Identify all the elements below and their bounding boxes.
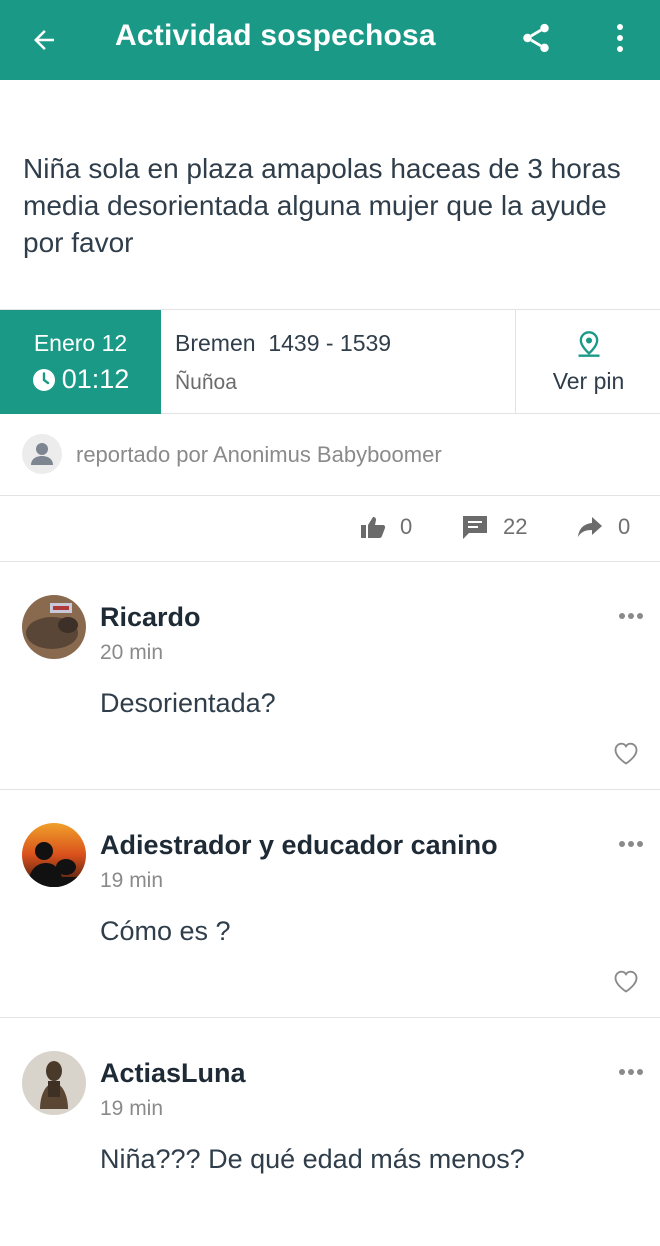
date-time-box: Enero 12 01:12 <box>0 310 161 414</box>
actions-row: 0 22 0 <box>0 496 660 562</box>
more-vertical-icon <box>617 24 623 52</box>
back-button[interactable] <box>22 18 66 62</box>
comment-time: 19 min <box>100 1097 164 1120</box>
page-title: Actividad sospechosa <box>115 19 436 52</box>
more-horizontal-icon <box>619 841 643 847</box>
comment-author[interactable]: ActiasLuna <box>100 1058 246 1089</box>
avatar-image <box>22 823 86 887</box>
share-button[interactable] <box>512 14 560 62</box>
comment-like-button[interactable] <box>610 738 642 768</box>
comment-more-button[interactable] <box>614 834 648 854</box>
heart-icon <box>614 970 638 993</box>
comment-more-button[interactable] <box>614 606 648 626</box>
share-count: 0 <box>618 514 631 539</box>
more-horizontal-icon <box>619 613 643 619</box>
share-action[interactable]: 0 <box>576 514 630 540</box>
address: Bremen 1439 - 1539 Ñuñoa <box>175 330 391 395</box>
comment-count: 22 <box>503 514 528 539</box>
comment-item: ActiasLuna 19 min Niña??? De qué edad má… <box>0 1018 660 1246</box>
comment-action[interactable]: 22 <box>461 514 527 540</box>
view-pin-label: Ver pin <box>552 368 625 394</box>
comment-item: Ricardo 20 min Desorientada? <box>0 562 660 790</box>
time-wrap: 01:12 <box>0 364 161 395</box>
comment-text: Niña??? De qué edad más menos? <box>100 1144 525 1174</box>
comment-like-button[interactable] <box>610 966 642 996</box>
reporter-row: reportado por Anonimus Babyboomer <box>0 414 660 496</box>
comment-icon <box>463 516 487 539</box>
thumbs-up-icon <box>361 517 386 538</box>
comment-time: 20 min <box>100 641 164 664</box>
comment-text: Desorientada? <box>100 688 276 718</box>
view-pin-button[interactable]: Ver pin <box>515 310 660 414</box>
report-info-row: Enero 12 01:12 Bremen 1439 - 1539 Ñuñoa … <box>0 309 660 414</box>
arrow-left-icon <box>34 30 54 50</box>
share-arrow-icon <box>578 517 602 537</box>
district: Ñuñoa <box>175 371 237 394</box>
like-action[interactable]: 0 <box>360 514 412 540</box>
app-bar: Actividad sospechosa <box>0 0 660 80</box>
user-icon <box>31 443 53 465</box>
comment-item: Adiestrador y educador canino 19 min Cóm… <box>0 790 660 1018</box>
more-horizontal-icon <box>619 1069 643 1075</box>
comment-time: 19 min <box>100 869 164 892</box>
heart-icon <box>614 742 638 765</box>
avatar[interactable] <box>22 1051 86 1115</box>
map-pin-icon <box>578 331 600 357</box>
avatar[interactable] <box>22 595 86 659</box>
avatar[interactable] <box>22 823 86 887</box>
comment-text: Cómo es ? <box>100 916 231 946</box>
reporter-text: reportado por Anonimus Babyboomer <box>76 442 442 467</box>
avatar-image <box>22 595 86 659</box>
share-icon <box>523 23 549 53</box>
report-date: Enero 12 <box>33 330 128 356</box>
report-description: Niña sola en plaza amapolas haceas de 3 … <box>23 153 621 258</box>
like-count: 0 <box>400 514 413 539</box>
avatar-image <box>22 1051 86 1115</box>
clock-icon <box>32 368 55 391</box>
comment-author[interactable]: Ricardo <box>100 602 201 633</box>
report-time: 01:12 <box>61 364 130 394</box>
reporter-avatar <box>22 434 62 474</box>
comment-more-button[interactable] <box>614 1062 648 1082</box>
comment-author[interactable]: Adiestrador y educador canino <box>100 830 498 861</box>
street-address: Bremen 1439 - 1539 <box>175 330 392 356</box>
overflow-menu-button[interactable] <box>600 14 640 62</box>
